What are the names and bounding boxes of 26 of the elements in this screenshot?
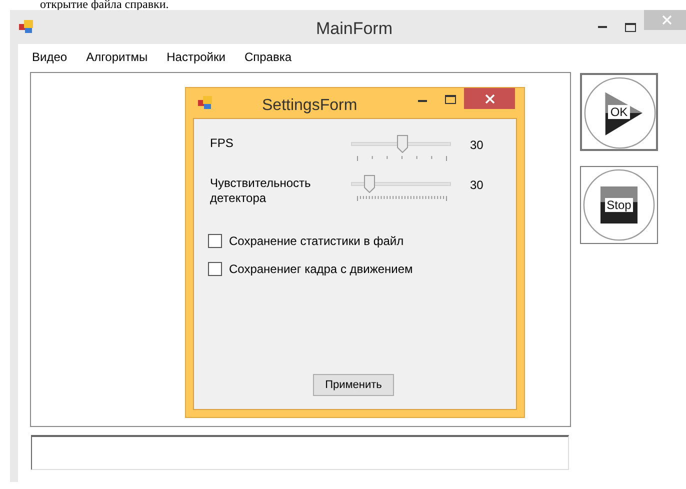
checkbox-label: Сохранениег кадра с движением [229,261,413,278]
checkbox[interactable] [208,262,222,276]
slider-thumb[interactable] [396,135,408,153]
menu-item[interactable]: Настройки [166,48,226,66]
menu-item[interactable]: Видео [32,48,68,66]
app-icon [198,96,212,110]
text-field[interactable] [31,435,569,470]
menu-item[interactable]: Алгоритмы [86,48,148,66]
slider-value: 30 [470,137,484,154]
window-title: MainForm [316,18,393,40]
play-button[interactable]: OK [580,73,658,151]
document-text: открытие файла справки. [40,0,169,11]
window-title: SettingsForm [262,96,358,116]
apply-button[interactable]: Применить [313,374,394,396]
app-icon [19,20,33,34]
close-button[interactable] [464,88,515,109]
checkbox-label: Сохранение статистики в файл [229,233,404,250]
close-icon [662,15,672,25]
checkbox[interactable] [208,234,222,248]
close-icon [484,94,494,104]
slider-label: Чувствительность детектора [210,176,312,206]
slider-value: 30 [470,177,484,194]
menu-item[interactable]: Справка [244,48,292,66]
slider-thumb[interactable] [364,175,374,193]
slider-label: FPS [210,136,234,151]
stop-button[interactable]: Stop [580,166,658,244]
